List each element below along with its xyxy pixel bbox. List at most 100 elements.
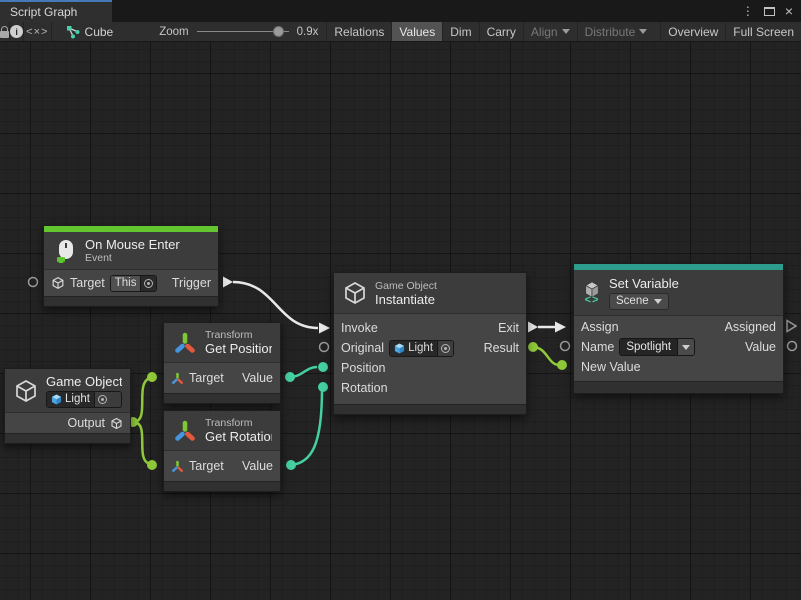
zoom-slider[interactable] bbox=[197, 31, 289, 32]
overview-button[interactable]: Overview bbox=[660, 22, 725, 41]
transform-icon bbox=[172, 418, 198, 444]
invoke-label: Invoke bbox=[341, 321, 378, 335]
window-menu-icon[interactable]: ⋮ bbox=[742, 5, 754, 17]
fullscreen-button[interactable]: Full Screen bbox=[725, 22, 801, 41]
getposition-value-port[interactable] bbox=[285, 372, 295, 382]
lock-button[interactable] bbox=[0, 22, 10, 41]
close-icon[interactable]: × bbox=[785, 4, 793, 18]
info-button[interactable]: i bbox=[10, 22, 24, 41]
graph-name: Cube bbox=[85, 25, 114, 39]
object-picker-icon[interactable] bbox=[140, 276, 156, 291]
node-game-object-literal[interactable]: Game Object Light bbox=[4, 368, 131, 444]
node-title: Get Position bbox=[205, 341, 272, 356]
graph-canvas[interactable]: On Mouse Enter Event Target This Trigger bbox=[0, 42, 801, 600]
node-category: Transform bbox=[205, 417, 272, 429]
assign-port[interactable] bbox=[555, 322, 566, 333]
node-set-variable[interactable]: <> Set Variable Scene Assign Assigned Na… bbox=[573, 263, 784, 394]
output-label: Output bbox=[67, 416, 105, 430]
dim-button[interactable]: Dim bbox=[442, 22, 478, 41]
tab-title: Script Graph bbox=[10, 5, 77, 19]
target-label: Target bbox=[70, 276, 105, 290]
zoom-control: Zoom 0.9x bbox=[123, 22, 326, 41]
value-label: Value bbox=[745, 340, 776, 354]
graph-breadcrumb[interactable]: Cube bbox=[52, 22, 124, 41]
getposition-target-port[interactable] bbox=[147, 372, 157, 382]
distribute-button[interactable]: Distribute bbox=[577, 22, 655, 41]
node-footer bbox=[44, 296, 218, 306]
carry-button[interactable]: Carry bbox=[479, 22, 523, 41]
getrotation-target-port[interactable] bbox=[147, 460, 157, 470]
assigned-label: Assigned bbox=[725, 320, 776, 334]
window-controls: ⋮ × bbox=[742, 0, 801, 22]
code-icon: <×> bbox=[26, 26, 48, 38]
zoom-slider-handle[interactable] bbox=[273, 26, 284, 37]
getrotation-value-port[interactable] bbox=[286, 460, 296, 470]
cube-icon bbox=[110, 417, 123, 430]
original-object-field[interactable]: Light bbox=[389, 340, 454, 357]
variable-scope-dropdown[interactable]: Scene bbox=[609, 293, 669, 310]
wire-result-newvalue bbox=[533, 347, 559, 365]
invoke-arrowhead bbox=[319, 323, 330, 334]
zoom-value: 0.9x bbox=[297, 26, 319, 38]
setvariable-assigned-port[interactable] bbox=[787, 321, 796, 332]
graph-toolbar: i <×> Cube Zoom 0.9x Relations Values bbox=[0, 22, 801, 42]
values-button[interactable]: Values bbox=[391, 22, 442, 41]
toolbar-buttons: Relations Values Dim Carry Align Distrib… bbox=[326, 22, 801, 41]
node-title: Get Rotation bbox=[205, 429, 272, 444]
trigger-label: Trigger bbox=[172, 276, 211, 290]
trigger-port[interactable] bbox=[223, 277, 233, 288]
node-footer bbox=[5, 433, 130, 443]
node-category: Transform bbox=[205, 329, 272, 341]
lock-icon bbox=[0, 31, 9, 38]
setvariable-name-port[interactable] bbox=[561, 342, 570, 351]
target-label: Target bbox=[189, 371, 224, 385]
chevron-down-icon bbox=[654, 299, 662, 304]
node-category: Game Object bbox=[375, 280, 437, 292]
relations-button[interactable]: Relations bbox=[326, 22, 391, 41]
node-instantiate[interactable]: Game Object Instantiate Invoke Exit Orig… bbox=[333, 272, 527, 415]
light-object-field[interactable]: Light bbox=[46, 391, 122, 408]
setvariable-value-port[interactable] bbox=[788, 342, 797, 351]
node-title: On Mouse Enter bbox=[85, 237, 180, 252]
cube-icon bbox=[13, 378, 39, 404]
game-object-icon bbox=[51, 394, 62, 405]
node-title: Game Object bbox=[46, 374, 122, 389]
info-icon: i bbox=[10, 25, 23, 38]
node-footer bbox=[574, 381, 783, 393]
exit-port[interactable] bbox=[528, 322, 538, 333]
code-view-button[interactable]: <×> bbox=[24, 22, 51, 41]
tab-script-graph[interactable]: Script Graph bbox=[0, 0, 112, 22]
instantiate-result-port[interactable] bbox=[528, 342, 538, 352]
name-label: Name bbox=[581, 340, 614, 354]
wire-output-getrotation bbox=[133, 422, 150, 464]
transform-icon bbox=[171, 372, 184, 385]
zoom-label: Zoom bbox=[159, 26, 188, 38]
node-get-position[interactable]: Transform Get Position Target Value bbox=[163, 322, 281, 404]
onmouseenter-target-port[interactable] bbox=[29, 278, 38, 287]
node-on-mouse-enter[interactable]: On Mouse Enter Event Target This Trigger bbox=[43, 225, 219, 307]
this-target-field[interactable]: This bbox=[110, 275, 158, 292]
align-button[interactable]: Align bbox=[523, 22, 577, 41]
rotation-label: Rotation bbox=[341, 381, 388, 395]
object-picker-icon[interactable] bbox=[94, 392, 110, 407]
instantiate-position-port[interactable] bbox=[318, 362, 328, 372]
node-title: Set Variable bbox=[609, 276, 679, 291]
node-footer bbox=[164, 481, 280, 491]
setvariable-newvalue-port[interactable] bbox=[557, 360, 567, 370]
cube-icon bbox=[51, 276, 65, 290]
maximize-icon[interactable] bbox=[764, 7, 775, 16]
title-bar: Script Graph ⋮ × bbox=[0, 0, 801, 22]
chevron-down-icon[interactable] bbox=[677, 339, 694, 355]
assign-label: Assign bbox=[581, 320, 619, 334]
instantiate-original-port[interactable] bbox=[320, 343, 329, 352]
wire-output-getposition bbox=[133, 378, 150, 422]
variable-name-dropdown[interactable]: Spotlight bbox=[619, 338, 695, 356]
game-object-icon bbox=[394, 343, 405, 354]
new-value-label: New Value bbox=[581, 360, 641, 374]
node-get-rotation[interactable]: Transform Get Rotation Target Value bbox=[163, 410, 281, 492]
object-picker-icon[interactable] bbox=[437, 341, 453, 356]
transform-icon bbox=[172, 330, 198, 356]
instantiate-rotation-port[interactable] bbox=[318, 382, 328, 392]
wire-rotation bbox=[291, 389, 322, 465]
cube-icon bbox=[342, 280, 368, 306]
